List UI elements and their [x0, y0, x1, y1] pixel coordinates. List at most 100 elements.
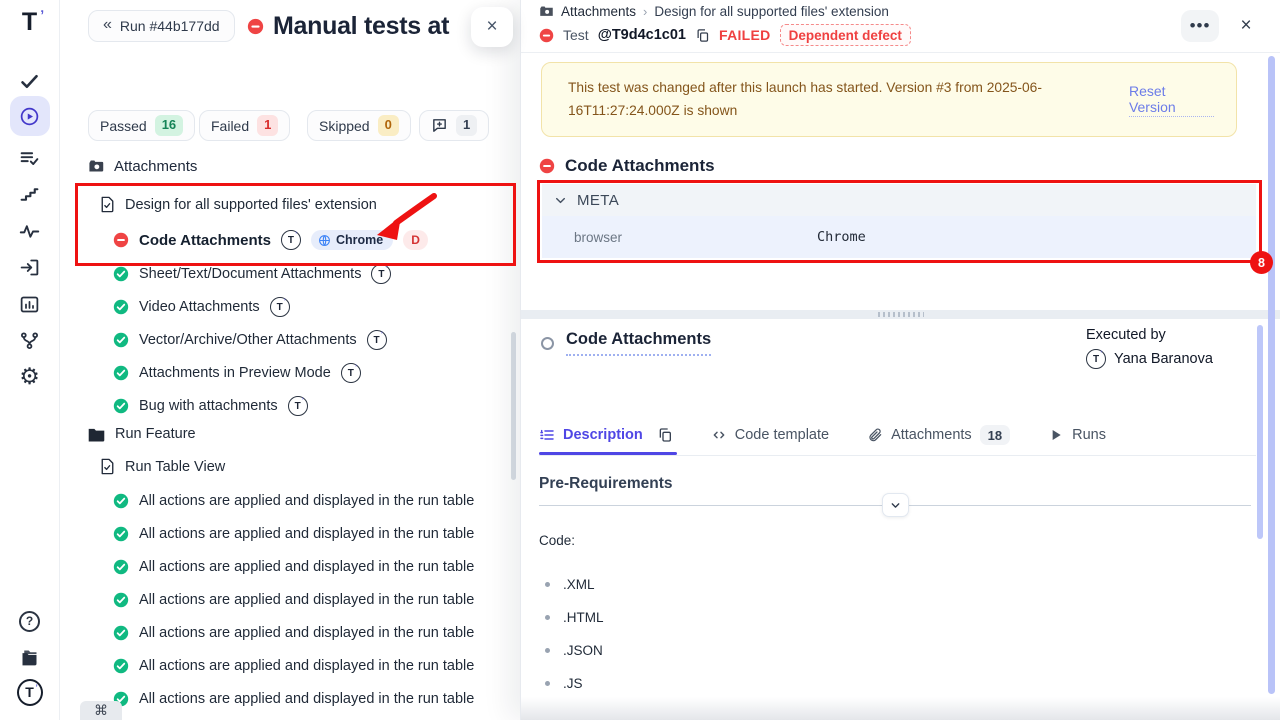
command-icon: ⌘ [94, 702, 108, 719]
tree-label: All actions are applied and displayed in… [139, 559, 474, 575]
detail-close-button[interactable]: × [1235, 15, 1257, 37]
bullet-item: .JSON [545, 643, 603, 658]
runs-icon-active[interactable] [10, 96, 50, 136]
failed-status-icon [113, 232, 129, 248]
passed-status-icon [113, 493, 129, 509]
run-id-label: Run #44b177dd [120, 18, 220, 34]
branch-icon[interactable] [17, 327, 43, 353]
tree-group-design[interactable]: Design for all supported files' extensio… [100, 196, 377, 213]
tree-test-passed[interactable]: All actions are applied and displayed in… [113, 625, 474, 641]
run-title: Manual tests at [247, 12, 473, 41]
tree-label: Sheet/Text/Document Attachments [139, 266, 361, 282]
tree-test-passed[interactable]: Bug with attachments Tʼ [113, 396, 308, 416]
code-icon [711, 427, 727, 443]
bullet-icon [545, 582, 550, 587]
panel-scrollbar[interactable] [1268, 56, 1275, 694]
tree-test-passed[interactable]: All actions are applied and displayed in… [113, 526, 474, 542]
skipped-label: Skipped [319, 118, 370, 134]
tree-test-passed[interactable]: Attachments in Preview Mode Tʼ [113, 363, 361, 383]
workspace-avatar[interactable]: Tʼ [17, 679, 43, 705]
tree-test-passed[interactable]: All actions are applied and displayed in… [113, 691, 474, 707]
filter-passed[interactable]: Passed 16 [88, 110, 195, 141]
back-to-run-button[interactable]: « Run #44b177dd [88, 10, 235, 42]
tree-label: Run Table View [125, 459, 225, 475]
play-icon [1048, 427, 1064, 443]
meta-key: browser [574, 230, 622, 245]
more-menu-button[interactable]: ••• [1181, 10, 1219, 42]
filter-comments[interactable]: 1 [419, 110, 489, 141]
tree-label: Video Attachments [139, 299, 260, 315]
assignee-avatar: Tʼ [371, 264, 391, 284]
pulse-icon[interactable] [17, 218, 43, 244]
reset-version-link[interactable]: Reset Version [1129, 83, 1214, 117]
document-check-icon [100, 458, 115, 475]
test-header-line: Test @T9d4c1c01 FAILED Dependent defect [539, 24, 911, 46]
tab-runs[interactable]: Runs [1048, 427, 1106, 443]
tree-test-passed[interactable]: All actions are applied and displayed in… [113, 559, 474, 575]
test-id: @T9d4c1c01 [598, 27, 686, 43]
filter-skipped[interactable]: Skipped 0 [307, 110, 411, 141]
app-logo[interactable]: Tʼ [17, 9, 43, 35]
tests-icon[interactable] [17, 68, 43, 94]
assignee-avatar: Tʼ [367, 330, 387, 350]
tree-test-code-attachments[interactable]: Code Attachments Tʼ Chrome D [113, 230, 428, 250]
panel-splitter[interactable] [521, 310, 1280, 319]
tree-group-run-table-view[interactable]: Run Table View [100, 458, 225, 475]
left-panel-scrollbar[interactable] [511, 332, 516, 480]
reports-icon[interactable] [17, 291, 43, 317]
breadcrumb-separator: › [643, 4, 647, 19]
bullet-icon [545, 681, 550, 686]
tree-test-passed[interactable]: All actions are applied and displayed in… [113, 592, 474, 608]
passed-status-icon [113, 266, 129, 282]
browser-badge[interactable]: Chrome [311, 230, 393, 250]
test-label: Test [563, 27, 589, 43]
tab-description[interactable]: Description [539, 427, 673, 443]
suite-attachments[interactable]: Attachments [88, 158, 197, 175]
passed-status-icon [113, 592, 129, 608]
failed-label: Failed [211, 118, 249, 134]
executor-name: Yana Baranova [1114, 351, 1213, 367]
tree-test-passed[interactable]: Vector/Archive/Other Attachments Tʼ [113, 330, 387, 350]
tab-attachments[interactable]: Attachments 18 [867, 425, 1010, 445]
passed-status-icon [113, 625, 129, 641]
tab-code-template[interactable]: Code template [711, 427, 829, 443]
meta-title: META [577, 192, 619, 209]
test-detail-panel: Attachments › Design for all supported f… [520, 0, 1280, 720]
steps-icon[interactable] [17, 181, 43, 207]
status-circle-icon [541, 337, 554, 350]
tree-test-passed[interactable]: Sheet/Text/Document Attachments Tʼ [113, 264, 391, 284]
tree-label: All actions are applied and displayed in… [139, 625, 474, 641]
copy-icon[interactable] [695, 28, 710, 43]
meta-row-browser: browser Chrome [542, 216, 1256, 258]
breadcrumb-root[interactable]: Attachments [561, 4, 636, 19]
defect-badge[interactable]: D [403, 230, 428, 250]
tree-label: Code Attachments [139, 232, 271, 249]
tree-test-passed[interactable]: Video Attachments Tʼ [113, 297, 290, 317]
panel-close-button[interactable]: × [471, 7, 513, 47]
bullet-icon [545, 648, 550, 653]
test-title-heading: Code Attachments [541, 330, 711, 356]
settings-icon[interactable]: ⚙ [17, 363, 43, 389]
inner-scrollbar[interactable] [1257, 325, 1263, 539]
tree-label: Run Feature [115, 426, 196, 442]
failed-count: 1 [257, 115, 278, 135]
meta-value: Chrome [817, 229, 866, 245]
tree-test-passed[interactable]: All actions are applied and displayed in… [113, 493, 474, 509]
bullet-item: .HTML [545, 610, 604, 625]
plans-icon[interactable] [17, 145, 43, 171]
import-icon[interactable] [17, 254, 43, 280]
dependent-defect-badge[interactable]: Dependent defect [780, 24, 911, 46]
help-icon[interactable]: ? [17, 608, 43, 634]
tree-folder-run-feature[interactable]: Run Feature [88, 426, 196, 442]
collapse-section-button[interactable] [882, 493, 909, 517]
prerequirements-heading: Pre-Requirements [539, 475, 673, 493]
tree-test-passed[interactable]: All actions are applied and displayed in… [113, 658, 474, 674]
test-title-text[interactable]: Code Attachments [566, 330, 711, 356]
copy-icon[interactable] [657, 427, 673, 443]
close-icon: × [486, 16, 497, 38]
tree-label: Design for all supported files' extensio… [125, 197, 377, 213]
filter-failed[interactable]: Failed 1 [199, 110, 290, 141]
meta-section-header[interactable]: META [542, 184, 1256, 216]
logo-accent: ʼ [40, 8, 44, 22]
projects-icon[interactable] [17, 644, 43, 670]
